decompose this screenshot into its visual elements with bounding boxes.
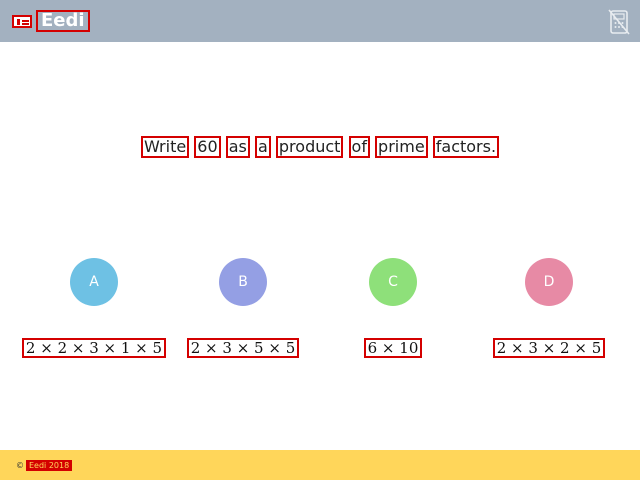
question-word: Write: [140, 136, 190, 158]
option-a[interactable]: A 2 × 2 × 3 × 1 × 5: [19, 258, 169, 358]
option-b[interactable]: B 2 × 3 × 5 × 5: [168, 258, 318, 358]
eedi-logo[interactable]: Eedi: [12, 10, 90, 32]
question-word: prime: [375, 136, 428, 158]
eedi-logo-icon: [12, 14, 32, 28]
option-d-answer: 2 × 3 × 2 × 5: [492, 338, 606, 358]
option-a-answer: 2 × 2 × 3 × 1 × 5: [21, 338, 167, 358]
option-d-badge[interactable]: D: [525, 258, 573, 306]
calculator-disabled-icon[interactable]: [608, 9, 630, 35]
option-d[interactable]: D 2 × 3 × 2 × 5: [474, 258, 624, 358]
copyright-text: Eedi 2018: [26, 460, 73, 471]
question-word: a: [254, 136, 271, 158]
option-c-answer: 6 × 10: [363, 338, 423, 358]
eedi-logo-text: Eedi: [36, 10, 90, 32]
header-bar: Eedi: [0, 0, 640, 42]
option-b-answer: 2 × 3 × 5 × 5: [186, 338, 300, 358]
answer-options: A 2 × 2 × 3 × 1 × 5 B 2 × 3 × 5 × 5 C 6 …: [0, 258, 640, 368]
question-word: as: [225, 136, 250, 158]
copyright-symbol: ©: [16, 461, 24, 470]
question-text: Write 60 as a product of prime factors.: [0, 136, 640, 158]
question-word: 60: [194, 136, 221, 158]
question-word: product: [275, 136, 344, 158]
question-slide: Eedi Write 60 as a product of prime fact…: [0, 0, 640, 480]
option-c-badge[interactable]: C: [369, 258, 417, 306]
option-a-badge[interactable]: A: [70, 258, 118, 306]
copyright: © Eedi 2018: [16, 460, 73, 471]
question-word: factors.: [432, 136, 500, 158]
option-c[interactable]: C 6 × 10: [318, 258, 468, 358]
option-b-badge[interactable]: B: [219, 258, 267, 306]
footer-bar: © Eedi 2018: [0, 450, 640, 480]
question-word: of: [348, 136, 370, 158]
